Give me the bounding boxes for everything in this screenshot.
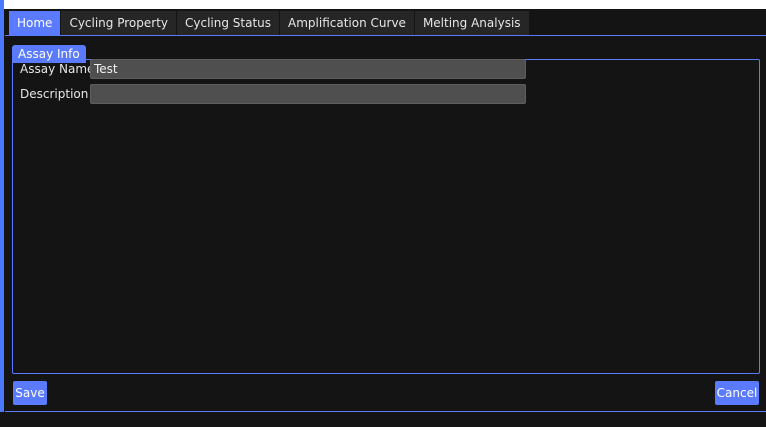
tab-cycling-property[interactable]: Cycling Property — [61, 11, 177, 35]
bottom-divider — [5, 411, 766, 412]
description-label: Description — [20, 87, 89, 101]
tab-cycling-status[interactable]: Cycling Status — [177, 11, 281, 35]
left-accent-bar — [0, 0, 4, 412]
cancel-button[interactable]: Cancel — [715, 381, 759, 405]
tab-bar: Home Cycling Property Cycling Status Amp… — [9, 11, 530, 35]
assay-info-group — [12, 59, 760, 374]
app-window: Home Cycling Property Cycling Status Amp… — [0, 0, 766, 427]
save-button[interactable]: Save — [13, 381, 47, 405]
description-input[interactable] — [90, 84, 526, 104]
tab-underline — [5, 35, 766, 36]
assay-name-label: Assay Name — [20, 62, 95, 76]
tab-amplification-curve[interactable]: Amplification Curve — [280, 11, 415, 35]
tab-home[interactable]: Home — [9, 11, 62, 35]
tab-melting-analysis[interactable]: Melting Analysis — [414, 11, 530, 35]
title-strip — [0, 0, 766, 9]
assay-name-input[interactable] — [90, 59, 526, 79]
